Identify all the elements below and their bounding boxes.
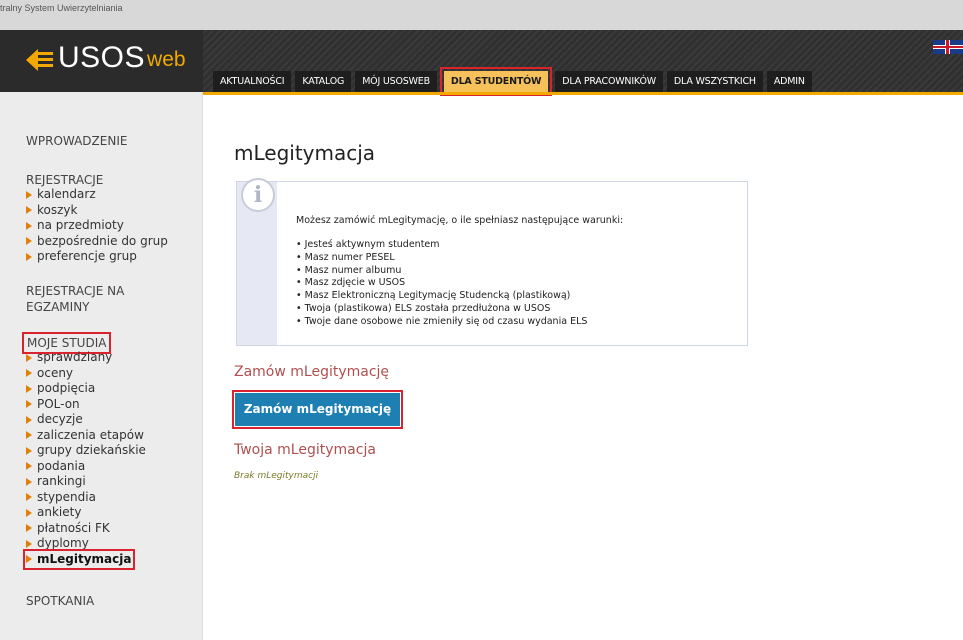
bullet-arrow-icon xyxy=(26,369,32,378)
sidebar-item-na-przedmioty[interactable]: na przedmioty xyxy=(26,218,168,234)
tab-dla-studentow[interactable]: DLA STUDENTÓW xyxy=(439,67,553,96)
bullet-arrow-icon xyxy=(26,431,32,440)
condition-item: Twoja (plastikowa) ELS została przedłużo… xyxy=(296,303,587,316)
sidebar-section-wprowadzenie[interactable]: WPROWADZENIE xyxy=(26,133,127,149)
logo-text-usos: USOS xyxy=(58,41,146,74)
bullet-arrow-icon xyxy=(26,539,32,548)
info-intro-text: Możesz zamówić mLegitymację, o ile spełn… xyxy=(296,215,624,226)
sidebar-item-zaliczenia-etapow[interactable]: zaliczenia etapów xyxy=(26,428,146,444)
bullet-arrow-icon xyxy=(26,493,32,502)
condition-item: Twoje dane osobowe nie zmieniły się od c… xyxy=(296,316,588,329)
sidebar-item-grupy-dziekanskie[interactable]: grupy dziekańskie xyxy=(26,443,146,459)
condition-item: Masz zdjęcie w USOS xyxy=(296,277,587,290)
order-heading: Zamów mLegitymację xyxy=(234,364,390,380)
sidebar-item-decyzje[interactable]: decyzje xyxy=(26,412,146,428)
condition-item: Masz numer PESEL xyxy=(296,252,587,265)
sidebar-item-podpiecia[interactable]: podpięcia xyxy=(26,381,146,397)
sidebar-item-stypendia[interactable]: stypendia xyxy=(26,490,146,506)
sidebar-section-moje-studia[interactable]: MOJE STUDIA xyxy=(21,332,112,354)
sidebar-item-ankiety[interactable]: ankiety xyxy=(26,505,146,521)
bullet-arrow-icon xyxy=(26,462,32,471)
tab-dla-pracownikow[interactable]: DLA PRACOWNIKÓW xyxy=(555,71,663,92)
sidebar-item-pol-on[interactable]: POL-on xyxy=(26,397,146,413)
header-divider xyxy=(203,92,963,95)
sidebar-list-rejestracje: kalendarz koszyk na przedmioty bezpośred… xyxy=(26,187,168,265)
sidebar-item-oceny[interactable]: oceny xyxy=(26,366,146,382)
tab-dla-wszystkich[interactable]: DLA WSZYSTKICH xyxy=(666,71,763,92)
english-flag-icon[interactable] xyxy=(933,40,963,54)
bullet-arrow-icon xyxy=(26,237,32,246)
bullet-arrow-icon xyxy=(26,353,32,362)
tab-moj-usosweb[interactable]: MÓJ USOSWEB xyxy=(355,71,437,92)
sidebar-list-moje-studia: sprawdziany oceny podpięcia POL-on decyz… xyxy=(23,350,146,570)
conditions-list: Jesteś aktywnym studentem Masz numer PES… xyxy=(296,239,588,329)
no-mlegitymacja-text: Brak mLegitymacji xyxy=(234,471,319,481)
sidebar-section-rejestracje-na-egzaminy[interactable]: REJESTRACJE NA EGZAMINY xyxy=(26,283,124,315)
bullet-arrow-icon xyxy=(26,555,32,564)
bullet-arrow-icon xyxy=(26,477,32,486)
page-title: mLegitymacja xyxy=(234,141,376,165)
sidebar-section-spotkania[interactable]: SPOTKANIA xyxy=(26,593,94,609)
tab-admin[interactable]: ADMIN xyxy=(766,71,812,92)
top-bar: tralny System Uwierzytelniania xyxy=(0,0,963,30)
condition-item: Masz numer albumu xyxy=(296,265,587,278)
sidebar-item-preferencje-grup[interactable]: preferencje grup xyxy=(26,249,168,265)
sidebar-item-mlegitymacja[interactable]: mLegitymacja xyxy=(23,548,135,570)
sidebar-section-rejestracje[interactable]: REJESTRACJE xyxy=(26,172,103,188)
sidebar-item-podania[interactable]: podania xyxy=(26,459,146,475)
sidebar-item-koszyk[interactable]: koszyk xyxy=(26,203,168,219)
main-nav: AKTUALNOŚCI KATALOG MÓJ USOSWEB DLA STUD… xyxy=(213,67,816,96)
sidebar-item-platnosci-fk[interactable]: płatności FK xyxy=(26,521,146,537)
order-mlegitymacja-button[interactable]: Zamów mLegitymację xyxy=(232,390,403,429)
sidebar-item-dyplomy[interactable]: dyplomy xyxy=(26,536,146,552)
bullet-arrow-icon xyxy=(26,221,32,230)
header-logo-area: USOS web xyxy=(0,30,203,92)
sidebar-item-rankingi[interactable]: rankingi xyxy=(26,474,146,490)
bullet-arrow-icon xyxy=(26,415,32,424)
tab-aktualnosci[interactable]: AKTUALNOŚCI xyxy=(213,71,292,92)
usos-logo-icon xyxy=(26,49,54,71)
condition-item: Jesteś aktywnym studentem xyxy=(296,239,587,252)
bullet-arrow-icon xyxy=(26,190,32,199)
usosweb-logo[interactable]: USOS web xyxy=(26,41,186,74)
system-title: tralny System Uwierzytelniania xyxy=(0,3,123,13)
bullet-arrow-icon xyxy=(26,446,32,455)
bullet-arrow-icon xyxy=(26,206,32,215)
sidebar-item-kalendarz[interactable]: kalendarz xyxy=(26,187,168,203)
info-box: i Możesz zamówić mLegitymację, o ile spe… xyxy=(236,178,748,346)
logo-text-web: web xyxy=(147,48,186,71)
bullet-arrow-icon xyxy=(26,524,32,533)
bullet-arrow-icon xyxy=(26,508,32,517)
bullet-arrow-icon xyxy=(26,384,32,393)
your-mlegitymacja-heading: Twoja mLegitymacja xyxy=(234,442,376,458)
condition-item: Masz Elektroniczną Legitymację Studencką… xyxy=(296,290,587,303)
sidebar-item-sprawdziany[interactable]: sprawdziany xyxy=(26,350,146,366)
bullet-arrow-icon xyxy=(26,252,32,261)
tab-katalog[interactable]: KATALOG xyxy=(295,71,352,92)
info-icon: i xyxy=(241,178,275,212)
sidebar-item-bezposrednie-do-grup[interactable]: bezpośrednie do grup xyxy=(26,234,168,250)
bullet-arrow-icon xyxy=(26,400,32,409)
sidebar: WPROWADZENIE REJESTRACJE kalendarz koszy… xyxy=(0,92,203,640)
